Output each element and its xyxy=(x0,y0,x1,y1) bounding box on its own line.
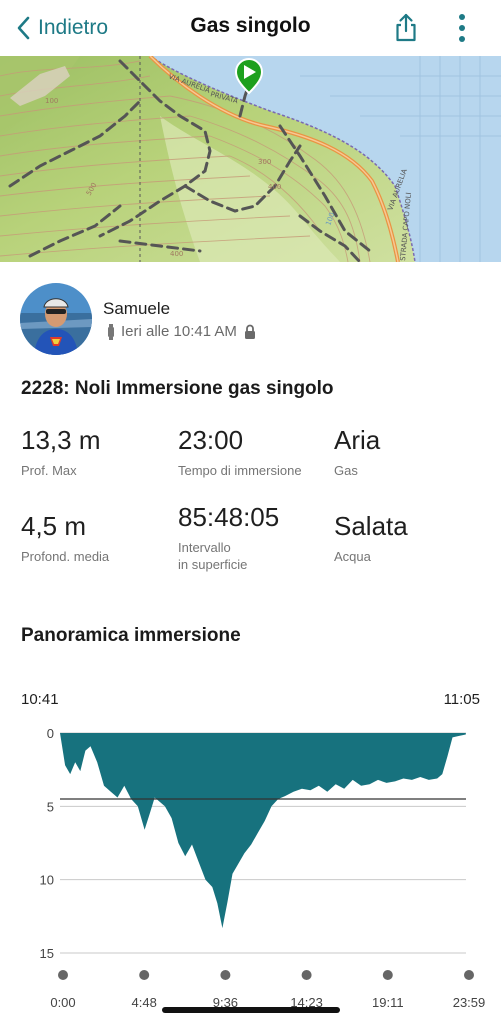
x-tick-label: 23:59 xyxy=(453,995,486,1010)
y-tick-label: 5 xyxy=(47,799,54,814)
y-tick-label: 0 xyxy=(47,726,54,741)
activity-time: Ieri alle 10:41 AM xyxy=(121,323,237,340)
stat-water: Salata Acqua xyxy=(334,511,408,565)
x-tick-dot xyxy=(301,970,312,980)
svg-text:100: 100 xyxy=(45,97,58,105)
stat-surface-interval: 85:48:05 Intervallo in superficie xyxy=(178,502,279,573)
svg-text:400: 400 xyxy=(170,250,183,258)
share-icon[interactable] xyxy=(392,12,420,44)
overview-title: Panoramica immersione xyxy=(21,625,241,646)
back-button[interactable]: Indietro xyxy=(8,10,108,46)
back-label: Indietro xyxy=(38,16,109,39)
activity-title: 2228: Noli Immersione gas singolo xyxy=(21,378,334,399)
dive-profile-chart[interactable]: 0 5 10 15 0:00 4:48 9:36 14:23 19:11 23:59 xyxy=(0,718,501,1018)
stat-label: Acqua xyxy=(334,549,371,564)
y-tick-label: 10 xyxy=(40,873,54,888)
stat-value: 4,5 m xyxy=(21,511,87,541)
avatar[interactable] xyxy=(20,283,92,355)
x-tick-dot xyxy=(58,970,68,980)
stat-label: Tempo di immersione xyxy=(178,463,302,478)
x-tick-dot xyxy=(139,970,150,980)
x-tick-dot xyxy=(220,970,231,980)
stat-gas: Aria Gas xyxy=(334,425,380,479)
x-tick-label: 0:00 xyxy=(50,995,75,1010)
stat-label: Gas xyxy=(334,463,358,478)
x-tick-label: 19:11 xyxy=(372,995,404,1010)
stat-value: Salata xyxy=(334,511,408,541)
activity-meta: Ieri alle 10:41 AM xyxy=(107,323,256,340)
more-options-icon[interactable] xyxy=(452,12,472,44)
depth-area xyxy=(60,733,466,929)
stat-label: Prof. Max xyxy=(21,463,77,478)
stat-label: Intervallo in superficie xyxy=(178,540,248,572)
home-indicator xyxy=(162,1007,340,1013)
stat-dive-time: 23:00 Tempo di immersione xyxy=(178,425,302,479)
lock-icon xyxy=(244,324,256,339)
svg-text:400: 400 xyxy=(268,183,281,191)
navigation-bar: Indietro Gas singolo xyxy=(0,0,501,56)
stat-value: Aria xyxy=(334,425,381,455)
watch-icon xyxy=(107,323,115,340)
user-name: Samuele xyxy=(103,299,171,318)
stat-value: 13,3 m xyxy=(21,425,101,455)
svg-text:300: 300 xyxy=(258,158,271,166)
x-tick-dot xyxy=(382,970,393,980)
y-tick-label: 15 xyxy=(40,946,54,961)
start-time: 10:41 xyxy=(21,691,59,708)
stat-label: Profond. media xyxy=(21,549,110,564)
stat-value: 23:00 xyxy=(178,425,244,455)
dive-map[interactable]: VIA AURELIA PRIVATA VIA AURELIA STRADA C… xyxy=(0,56,501,262)
chevron-left-icon xyxy=(8,10,38,46)
end-time: 11:05 xyxy=(443,691,480,708)
user-row: Samuele Ieri alle 10:41 AM xyxy=(20,283,480,355)
stat-value: 85:48:05 xyxy=(178,502,280,532)
x-tick-dot xyxy=(464,970,474,980)
stat-avg-depth: 4,5 m Profond. media xyxy=(21,511,109,565)
x-tick-label: 4:48 xyxy=(132,995,157,1010)
stat-max-depth: 13,3 m Prof. Max xyxy=(21,425,101,479)
